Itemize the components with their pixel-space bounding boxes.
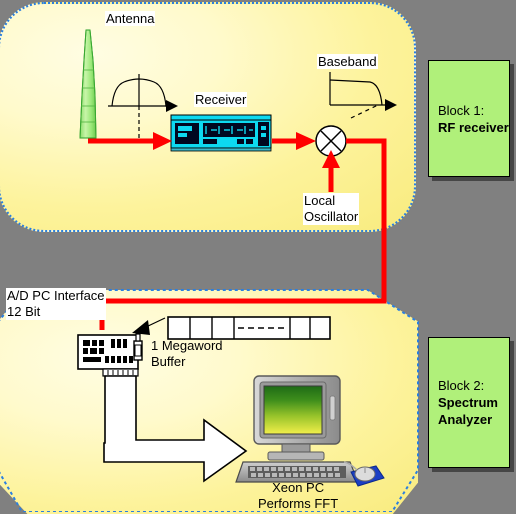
block-2-line1: Block 2: xyxy=(438,378,485,393)
xeon-pc-label-line2: Performs FFT xyxy=(258,496,339,511)
block-2-line2: Spectrum xyxy=(438,395,498,410)
ad-pc-interface-label-line2: 12 Bit xyxy=(7,304,41,319)
xeon-pc-label: Xeon PC Performs FFT xyxy=(257,480,339,512)
ad-pc-interface-label: A/D PC Interface 12 Bit xyxy=(6,288,106,320)
block-1-line2: RF receiver xyxy=(438,119,509,135)
xeon-pc-label-line1: Xeon PC xyxy=(272,480,325,495)
receiver-label: Receiver xyxy=(194,92,248,107)
buffer-label-line1: 1 Megaword xyxy=(151,338,223,353)
local-oscillator-label-line1: Local xyxy=(304,193,336,208)
spectrum-analyzer-region xyxy=(0,290,418,514)
block-1-line1: Block 1: xyxy=(438,102,485,118)
block-2-line3: Analyzer xyxy=(438,412,493,427)
antenna-label: Antenna xyxy=(105,11,156,26)
diagram-canvas: Antenna Receiver Baseband Local Oscillat… xyxy=(0,0,516,514)
local-oscillator-label-line2: Oscillator xyxy=(304,209,359,224)
baseband-label: Baseband xyxy=(317,54,378,69)
buffer-label-line2: Buffer xyxy=(151,354,186,369)
ad-pc-interface-label-line1: A/D PC Interface xyxy=(7,288,105,303)
buffer-label: 1 Megaword Buffer xyxy=(150,338,224,370)
local-oscillator-label: Local Oscillator xyxy=(303,193,360,225)
block-1-rf-receiver[interactable]: Block 1: RF receiver xyxy=(428,60,510,177)
block-2-spectrum-analyzer[interactable]: Block 2: Spectrum Analyzer xyxy=(428,337,510,468)
